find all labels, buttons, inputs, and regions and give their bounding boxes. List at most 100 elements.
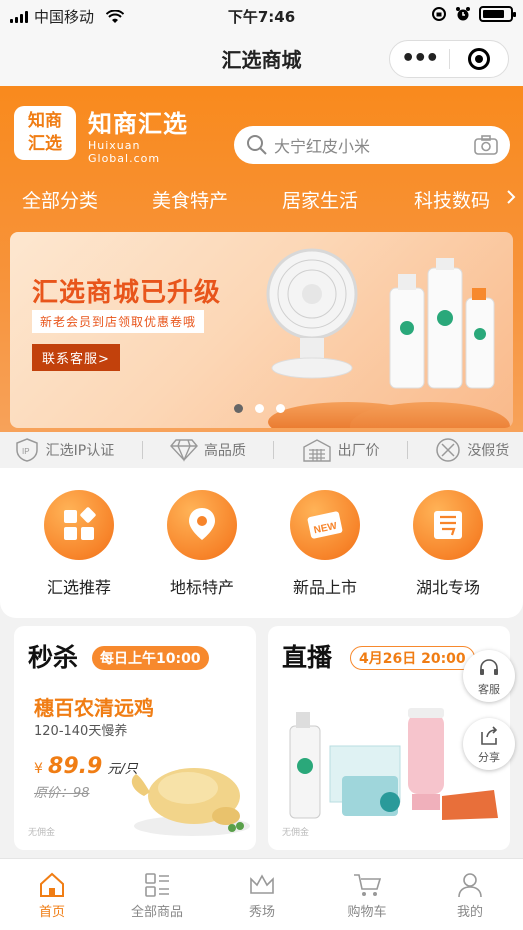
battery-icon [479,6,516,22]
brand-name: 知商汇选 Huixuan Global.com [88,104,188,165]
quick-nav-item[interactable]: 汇选推荐 [24,490,134,598]
divider [273,441,275,459]
more-button[interactable]: ••• [390,48,449,70]
flash-sale-title: 秒杀 [28,643,79,672]
live-time-badge: 4月26日 20:00 [350,646,475,670]
feature-label: 出厂价 [337,443,380,459]
alarm-icon [456,7,470,21]
feature-item: 没假货 [435,437,509,463]
spray-bottles-image [389,258,495,389]
tab-label: 首页 [38,905,65,920]
close-button[interactable] [450,48,509,70]
quick-nav-circle [44,490,114,560]
live-title: 直播 [282,643,333,672]
fan-image [266,248,358,379]
mini-program-capsule: ••• [389,40,509,78]
promo-banner[interactable]: 汇选商城已升级 新老会员到店领取优惠卷哦 联系客服> [10,232,513,428]
quick-nav-label: 湖北专场 [415,578,480,597]
divider [406,441,408,459]
banner-subline: 新老会员到店领取优惠卷哦 [32,310,205,333]
product-name[interactable]: 穗百农清远鸡 [34,692,154,721]
quick-nav-circle [413,490,483,560]
original-price: 原价：98 [34,786,90,801]
rotation-lock-icon [432,7,446,21]
brand-name-en1: Huixuan [88,139,141,152]
quick-nav-label: 汇选推荐 [46,578,111,597]
no-fake-icon [436,438,461,462]
quick-nav: 汇选推荐 地标特产 NEW 新品上市 湖北专场 [0,468,523,618]
category-tab[interactable]: 全部分类 [22,186,98,213]
tab-profile[interactable]: 我的 [420,869,520,920]
quick-nav-circle: NEW [290,490,360,560]
live-products-image [289,708,498,820]
header: 知商 汇选 知商汇选 Huixuan Global.com 大宁红皮小米 全部分… [0,86,523,432]
tab-label: 秀场 [248,905,275,920]
chicken-image [131,768,250,836]
carousel-dot[interactable] [276,404,285,413]
feature-item: 高品质 [170,438,246,462]
list-icon [145,873,169,897]
factory-icon [302,439,331,462]
tab-label: 购物车 [347,905,387,920]
title-bar: 汇选商城 ••• [0,30,523,86]
divider [141,441,143,459]
brand-name-en2: Global.com [88,152,161,165]
category-tab[interactable]: 科技数码 [414,186,490,213]
commission-note: 无佣金 [28,828,56,838]
logo-line1: 知商 [28,111,62,131]
contact-service-button[interactable]: 联系客服> [32,344,120,371]
camera-icon[interactable] [474,135,498,155]
share-label: 分享 [478,751,500,764]
diamond-icon [170,439,198,462]
tab-cart[interactable]: 购物车 [317,869,417,920]
share-icon [481,726,498,745]
grid-icon [64,507,96,540]
search-icon [247,135,267,155]
headset-icon [480,659,498,675]
search-bar[interactable]: 大宁红皮小米 [234,126,510,164]
tab-home[interactable]: 首页 [2,869,102,920]
price-value: 89.9 [48,754,103,779]
crown-icon [250,874,274,894]
quick-nav-item[interactable]: NEW 新品上市 [270,490,380,598]
flash-sale-time-badge: 每日上午10:00 [92,646,209,670]
carousel-dots [234,404,285,413]
chevron-right-icon[interactable] [505,186,517,208]
status-bar: 中国移动 下午7:46 [0,0,523,30]
new-tag-icon: NEW [307,511,343,539]
currency-symbol: ¥ [34,761,43,777]
tab-label: 全部商品 [130,905,183,920]
tab-all-products[interactable]: 全部商品 [107,869,207,920]
category-tab[interactable]: 居家生活 [282,186,358,213]
features-strip: IP 汇选IP认证 高品质 出厂价 没假货 [0,432,523,468]
feature-item: IP 汇选IP认证 [14,437,115,463]
commission-note: 无佣金 [282,828,310,838]
category-tab[interactable]: 美食特产 [152,186,228,213]
share-button[interactable]: 分享 [463,718,515,770]
flash-sale-card[interactable]: 秒杀 每日上午10:00 穗百农清远鸡 120-140天慢养 ¥ 89.9 元/… [14,626,256,850]
product-description: 120-140天慢养 [34,724,128,739]
svg-text:IP: IP [22,447,30,456]
home-icon [40,872,64,897]
banner-headline: 汇选商城已升级 [32,278,222,308]
tab-showroom[interactable]: 秀场 [212,869,312,920]
customer-service-button[interactable]: 客服 [463,650,515,702]
quick-nav-circle [167,490,237,560]
logo: 知商 汇选 [14,106,76,160]
customer-service-label: 客服 [478,683,500,696]
quick-nav-item[interactable]: 地标特产 [147,490,257,598]
location-pin-icon [189,508,215,540]
bottom-tab-bar: 首页 全部商品 秀场 购物车 我的 [0,858,523,930]
hubei-icon [434,511,462,539]
logo-line2: 汇选 [28,134,62,154]
quick-nav-item[interactable]: 湖北专场 [393,490,503,598]
carousel-dot[interactable] [234,404,243,413]
search-input[interactable]: 大宁红皮小米 [274,133,474,157]
carousel-dot[interactable] [255,404,264,413]
feature-label: 汇选IP认证 [45,443,115,459]
quick-nav-label: 新品上市 [292,578,357,597]
feature-label: 高品质 [203,443,246,459]
quick-nav-label: 地标特产 [169,578,234,597]
target-icon [467,48,490,70]
status-right [431,6,516,22]
